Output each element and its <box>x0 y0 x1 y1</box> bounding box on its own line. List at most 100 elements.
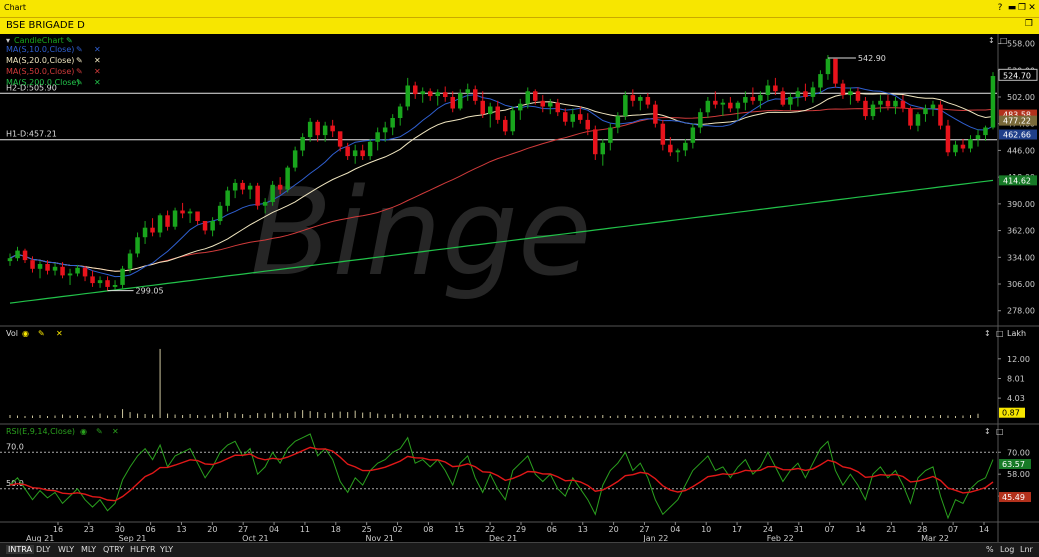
candle-body <box>795 91 801 97</box>
ma-legend-label: MA(S,10.0,Close) <box>6 45 74 54</box>
close-icon: ✕ <box>94 67 101 76</box>
linear-scale-button[interactable]: Lnr <box>1020 545 1033 554</box>
candle-body <box>518 103 523 111</box>
price-tick-label: 278.00 <box>1007 307 1035 316</box>
candle-body <box>945 125 951 153</box>
window-title: Chart <box>4 3 26 12</box>
candle-body <box>773 85 778 92</box>
x-day-label: 13 <box>578 525 588 534</box>
price-tick-label: 446.00 <box>1007 146 1035 155</box>
candle-body <box>232 182 238 191</box>
chart-title: BSE BRIGADE D <box>6 20 85 31</box>
candle-body <box>668 144 673 153</box>
panel-title-rsi: RSI(E,9,14,Close) <box>6 427 75 436</box>
candle-body <box>975 135 981 139</box>
x-day-label: 18 <box>331 525 341 534</box>
tab-qtry[interactable]: QTRY <box>103 545 124 554</box>
candle-body <box>645 97 651 105</box>
ma-legend-label: MA(S,20.0,Close) <box>6 56 74 65</box>
candle-body <box>413 85 418 95</box>
tab-wly[interactable]: WLY <box>58 545 74 554</box>
x-month-label: Sep 21 <box>119 534 147 542</box>
candle-body <box>67 273 73 276</box>
candle-body <box>465 89 470 94</box>
candle-body <box>968 139 973 149</box>
close-icon[interactable]: ✕ <box>1026 2 1038 14</box>
percent-scale-button[interactable]: % <box>986 545 994 554</box>
candle-body <box>908 108 913 126</box>
candle-body <box>428 91 433 97</box>
candle-body <box>833 58 838 84</box>
candle-body <box>473 89 478 101</box>
candle-body <box>382 127 388 133</box>
panel-title-price: CandleChart <box>14 36 64 45</box>
candle-body <box>938 104 943 126</box>
candle-body <box>150 227 155 233</box>
candle-body <box>375 132 380 142</box>
x-day-label: 07 <box>948 525 958 534</box>
x-day-label: 21 <box>886 525 896 534</box>
tab-yly[interactable]: YLY <box>160 545 173 554</box>
x-month-label: Jan 22 <box>642 534 668 542</box>
volume-unit: Lakh <box>1007 329 1026 338</box>
candle-body <box>548 102 553 107</box>
candle-body <box>435 92 440 96</box>
log-scale-button[interactable]: Log <box>1000 545 1014 554</box>
candle-body <box>458 93 463 109</box>
price-tick-label: 334.00 <box>1007 253 1035 262</box>
candle-body <box>960 144 966 149</box>
candle-body <box>337 131 343 147</box>
candle-body <box>585 119 590 130</box>
candle-body <box>825 58 831 75</box>
candle-body <box>750 97 756 101</box>
x-day-label: 08 <box>423 525 433 534</box>
candle-body <box>638 97 643 101</box>
candle-body <box>97 280 103 284</box>
x-day-label: 04 <box>269 525 279 534</box>
candle-body <box>142 227 148 238</box>
candle-body <box>555 102 560 113</box>
candle-body <box>510 110 515 132</box>
candle-body <box>870 104 876 117</box>
candle-body <box>593 129 598 155</box>
tab-dly[interactable]: DLY <box>36 545 50 554</box>
candle-body <box>22 250 28 261</box>
volume-tick-label: 12.00 <box>1007 355 1030 364</box>
candle-body <box>990 76 996 128</box>
maximize-icon: □ <box>996 427 1004 436</box>
price-tick-label: 502.00 <box>1007 93 1035 102</box>
x-day-label: 30 <box>115 525 125 534</box>
chart-area[interactable]: Binge H2-D:505.90 H1-D:457.21 70.0 50.0 55… <box>0 34 1039 543</box>
volume-tick-label: 8.01 <box>1007 374 1025 383</box>
chart-canvas[interactable]: Binge H2-D:505.90H1-D:457.21 70.050.0 55… <box>0 34 1039 543</box>
arrows-icon: ↕ <box>984 427 991 436</box>
candle-body <box>803 91 808 97</box>
candle-body <box>953 144 958 153</box>
candle-body <box>878 100 883 105</box>
tab-mly[interactable]: MLY <box>81 545 96 554</box>
candle-body <box>840 83 846 96</box>
candle-body <box>420 91 425 95</box>
ma-legend-label: MA(S,50.0,Close) <box>6 67 74 76</box>
tab-hlfyr[interactable]: HLFYR <box>130 545 156 554</box>
volume-tick-label: 4.03 <box>1007 394 1025 403</box>
candle-body <box>397 106 403 118</box>
chart-restore-icon[interactable]: ❐ <box>1025 19 1033 29</box>
pencil-icon: ✎ <box>96 427 103 436</box>
candle-body <box>863 100 868 117</box>
candle-body <box>533 91 538 101</box>
x-day-label: 13 <box>176 525 186 534</box>
help-icon[interactable]: ? <box>994 2 1006 14</box>
candle-body <box>240 182 245 190</box>
candle-body <box>900 100 906 109</box>
candle-body <box>885 100 891 107</box>
x-day-label: 23 <box>84 525 94 534</box>
x-day-label: 20 <box>207 525 217 534</box>
x-day-label: 22 <box>485 525 495 534</box>
tab-intra[interactable]: INTRA <box>6 545 34 554</box>
candle-body <box>660 123 666 145</box>
ma-legend-label: MA(S,200.0,Close) <box>6 78 79 87</box>
candle-body <box>390 118 395 128</box>
rsi-tick-label: 70.00 <box>1007 448 1030 457</box>
candle-body <box>488 106 493 115</box>
